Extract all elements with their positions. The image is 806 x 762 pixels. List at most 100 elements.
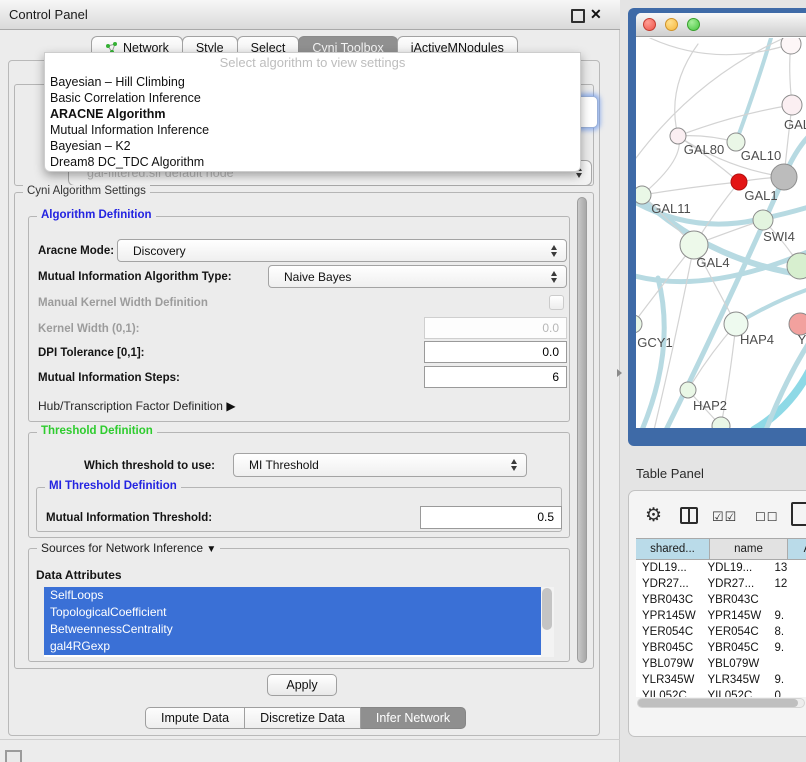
attribute-item-topologicalcoefficient[interactable]: TopologicalCoefficient (44, 604, 541, 621)
data-attributes-label: Data Attributes (36, 568, 122, 582)
list-scrollbar-thumb[interactable] (542, 588, 552, 630)
which-threshold-label: Which threshold to use: (84, 460, 215, 472)
bottom-tab-bar: Impute DataDiscretize DataInfer Network (145, 707, 466, 729)
table-row[interactable]: YLR345WYLR345W9. (636, 672, 806, 688)
manual-kernel-checkbox[interactable] (549, 295, 564, 310)
mac-minimize-icon[interactable] (665, 18, 678, 31)
table-cell: 9. (771, 608, 806, 624)
stepper-icon (510, 458, 519, 472)
node-label: GAL1 (744, 188, 777, 203)
algorithm-option-dream8-dc-tdc-algorithm[interactable]: Dream8 DC_TDC Algorithm (45, 154, 580, 170)
node-hap2[interactable] (680, 382, 696, 398)
attribute-item-betweennesscentrality[interactable]: BetweennessCentrality (44, 621, 541, 638)
column-header-shared[interactable]: shared... (636, 539, 710, 559)
network-graph: GALGAL80GAL10GAL1GAL11SWI4GAL4GCY1HAP4YH… (636, 38, 806, 428)
mi-steps-label: Mutual Information Steps: (38, 372, 180, 384)
mi-type-label: Mutual Information Algorithm Type: (38, 271, 232, 283)
table-cell: YIL052C (636, 688, 702, 697)
table-row[interactable]: YER054CYER054C8. (636, 624, 806, 640)
group-title: Threshold Definition (37, 425, 157, 437)
node-gal[interactable] (782, 95, 802, 115)
which-threshold-combo[interactable]: MI Threshold (233, 453, 527, 477)
node-gcy1[interactable] (636, 315, 642, 333)
mi-steps-field[interactable]: 6 (424, 366, 567, 388)
network-view-window: GALGAL80GAL10GAL1GAL11SWI4GAL4GCY1HAP4YH… (636, 13, 806, 428)
attribute-item-selfloops[interactable]: SelfLoops (44, 587, 541, 604)
bottom-tab-impute-data[interactable]: Impute Data (145, 707, 245, 729)
node-unlabeled[interactable] (781, 38, 801, 54)
edge-teal[interactable] (642, 278, 664, 428)
hub-definition-disclosure[interactable]: Hub/Transcription Factor Definition ▶ (38, 399, 236, 413)
settings-gear-icon[interactable]: ⚙ (645, 504, 662, 527)
edge[interactable] (678, 105, 792, 136)
node-label: GAL10 (741, 148, 781, 163)
attribute-item-gal4rgexp[interactable]: gal4RGexp (44, 638, 541, 655)
table-row[interactable]: YDL19...YDL19...13 (636, 560, 806, 576)
algorithm-option-bayesian-hill-climbing[interactable]: Bayesian – Hill Climbing (45, 74, 580, 90)
select-all-icon[interactable]: ☑☑ (712, 509, 737, 525)
float-window-icon[interactable] (571, 9, 585, 23)
node-label: GCY1 (637, 335, 672, 350)
mac-zoom-icon[interactable] (687, 18, 700, 31)
aracne-mode-combo[interactable]: Discovery (117, 239, 567, 262)
column-view-icon[interactable] (680, 507, 698, 524)
deselect-all-icon[interactable]: ☐☐ (755, 510, 779, 524)
new-table-icon[interactable] (791, 502, 806, 526)
table-cell (771, 656, 806, 672)
settings-scrollbar[interactable] (577, 197, 587, 663)
data-attributes-list[interactable]: SelfLoopsTopologicalCoefficientBetweenne… (44, 587, 554, 657)
control-panel-titlebar: Control Panel ✕ (0, 0, 620, 30)
table-cell: YBR045C (702, 640, 771, 656)
bottom-tab-discretize-data[interactable]: Discretize Data (245, 707, 361, 729)
table-cell: 9. (771, 672, 806, 688)
panel-divider-handle[interactable] (617, 369, 622, 377)
table-row[interactable]: YIL052CYIL052C0. (636, 688, 806, 697)
dpi-tolerance-field[interactable]: 0.0 (424, 341, 567, 363)
mac-close-icon[interactable] (643, 18, 656, 31)
table-cell: YBL079W (702, 656, 771, 672)
sources-disclosure[interactable]: Sources for Network Inference ▼ (37, 541, 220, 555)
algorithm-option-aracne-algorithm[interactable]: ARACNE Algorithm (45, 106, 580, 122)
stepper-icon (550, 244, 559, 258)
aracne-mode-label: Aracne Mode: (38, 245, 114, 257)
node-gal11[interactable] (636, 186, 651, 204)
control-panel: Control Panel ✕ NetworkStyleSelectCyni T… (0, 0, 620, 762)
collapse-down-icon: ▼ (206, 544, 216, 555)
table-row[interactable]: YBR045CYBR045C9. (636, 640, 806, 656)
edge[interactable] (675, 44, 698, 136)
column-header-name[interactable]: name (710, 539, 788, 559)
table-row[interactable]: YPR145WYPR145W9. (636, 608, 806, 624)
mi-type-combo[interactable]: Naive Bayes (268, 265, 567, 288)
table-cell: YBL079W (636, 656, 702, 672)
group-title: MI Threshold Definition (45, 480, 181, 492)
table-cell: YLR345W (636, 672, 702, 688)
network-window-titlebar (636, 13, 806, 37)
network-canvas[interactable]: GALGAL80GAL10GAL1GAL11SWI4GAL4GCY1HAP4YH… (636, 38, 806, 428)
table-row[interactable]: YBL079WYBL079W (636, 656, 806, 672)
table-panel-title: Table Panel (636, 466, 704, 481)
table-row[interactable]: YDR27...YDR27...12 (636, 576, 806, 592)
algorithm-option-basic-correlation-inference[interactable]: Basic Correlation Inference (45, 90, 580, 106)
apply-button[interactable]: Apply (267, 674, 337, 696)
table-cell: YDL19... (636, 560, 702, 576)
table-hscrollbar-thumb[interactable] (638, 699, 798, 707)
algorithm-option-bayesian-k2[interactable]: Bayesian – K2 (45, 138, 580, 154)
table-row[interactable]: YBR043CYBR043C (636, 592, 806, 608)
column-header-a[interactable]: A (788, 539, 806, 559)
edge[interactable] (642, 136, 679, 195)
edge[interactable] (642, 182, 739, 195)
minimized-panel-icon[interactable] (5, 750, 22, 762)
edge[interactable] (636, 38, 784, 158)
table-cell: YBR045C (636, 640, 702, 656)
table-cell: YDL19... (702, 560, 771, 576)
node-unlabeled[interactable] (771, 164, 797, 190)
algorithm-option-mutual-information-inference[interactable]: Mutual Information Inference (45, 122, 580, 138)
table-cell: YPR145W (636, 608, 702, 624)
table-cell: YER054C (636, 624, 702, 640)
bottom-tab-infer-network[interactable]: Infer Network (361, 707, 466, 729)
panel-title: Control Panel (9, 7, 88, 22)
close-icon[interactable]: ✕ (590, 6, 602, 23)
mi-threshold-field[interactable]: 0.5 (420, 506, 562, 529)
node-swi4[interactable] (753, 210, 773, 230)
kernel-width-field[interactable]: 0.0 (424, 317, 567, 339)
